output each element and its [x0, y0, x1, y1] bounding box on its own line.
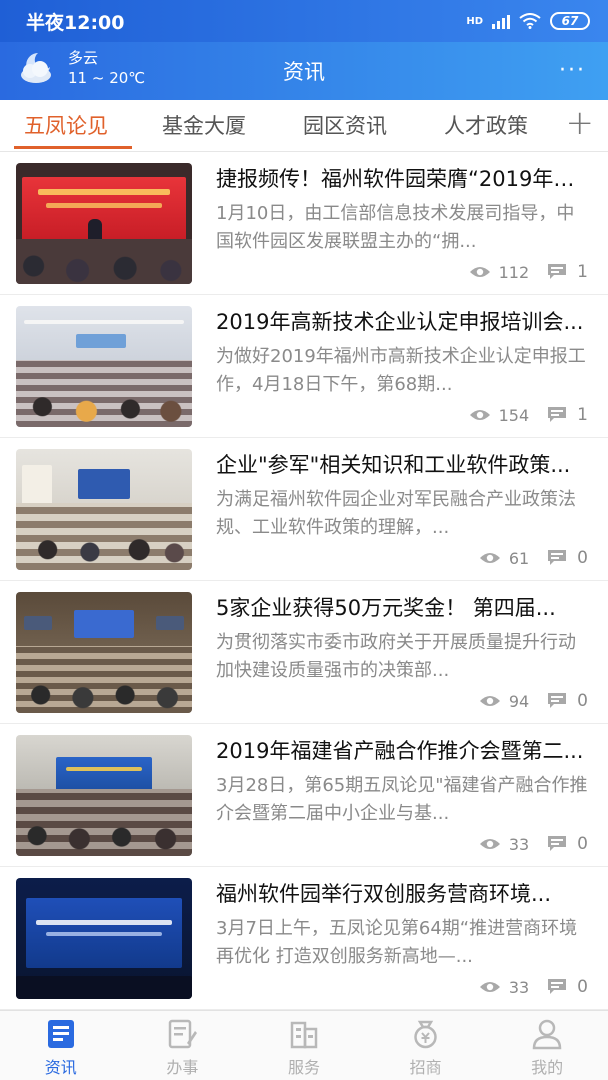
view-count: 154: [498, 405, 530, 425]
eye-icon: [469, 267, 490, 277]
list-item[interactable]: 福州软件园举行双创服务营商环境... 3月7日上午，五凤论见第64期“推进营商环…: [0, 867, 608, 1010]
news-title: 福州软件园举行双创服务营商环境...: [216, 882, 552, 906]
news-summary: 为满足福州软件园企业对军民融合产业政策法规、工业软件政策的理解，...: [216, 489, 576, 538]
news-summary: 为贯彻落实市委市政府关于开展质量提升行动加快建设质量强市的决策部...: [216, 632, 576, 681]
news-title: 2019年福建省产融合作推介会暨第二...: [216, 739, 584, 763]
tab-talent-policy[interactable]: 人才政策: [444, 110, 528, 140]
news-summary: 1月10日，由工信部信息技术发展司指导，中国软件园区发展联盟主办的“拥...: [216, 203, 575, 252]
comment-icon: [548, 264, 567, 279]
view-count: 61: [508, 548, 530, 568]
building-icon: [290, 1021, 318, 1049]
bottom-nav: 资讯 办事 服务 招商 我的: [0, 1010, 608, 1080]
view-count: 33: [508, 834, 530, 854]
nav-label: 服务: [287, 1058, 320, 1077]
system-icons: HD 67: [466, 12, 590, 30]
news-stats: 112 1: [469, 262, 588, 282]
list-item[interactable]: 5家企业获得50万元奖金！ 第四届... 为贯彻落实市委市政府关于开展质量提升行…: [0, 581, 608, 724]
add-tab-button[interactable]: +: [566, 106, 595, 140]
battery-icon: 67: [550, 12, 590, 30]
news-thumbnail: [16, 449, 192, 570]
news-thumbnail: [16, 163, 192, 284]
list-item[interactable]: 企业"参军"相关知识和工业软件政策... 为满足福州软件园企业对军民融合产业政策…: [0, 438, 608, 581]
comment-count: 0: [577, 834, 588, 854]
comment-icon: [548, 693, 567, 708]
comment-count: 0: [577, 977, 588, 997]
news-thumbnail: [16, 306, 192, 427]
comment-count: 0: [577, 548, 588, 568]
comment-icon: [548, 979, 567, 994]
news-title: 2019年高新技术企业认定申报培训会...: [216, 310, 584, 334]
eye-icon: [479, 553, 500, 563]
news-summary: 3月7日上午，五凤论见第64期“推进营商环境再优化 打造双创服务新高地—...: [216, 918, 578, 967]
more-button[interactable]: ···: [559, 58, 586, 83]
news-summary: 为做好2019年福州市高新技术企业认定申报工作，4月18日下午，第68期...: [216, 346, 586, 395]
tab-wufeng-forum[interactable]: 五凤论见: [24, 110, 108, 140]
news-title: 捷报频传！福州软件园荣膺“2019年度...: [216, 167, 588, 191]
tab-park-news[interactable]: 园区资讯: [303, 110, 387, 140]
news-stats: 61 0: [479, 548, 588, 568]
news-icon: [47, 1020, 74, 1048]
news-thumbnail: [16, 592, 192, 713]
comment-count: 1: [577, 262, 588, 282]
eye-icon: [479, 696, 500, 706]
eye-icon: [469, 410, 490, 420]
news-title: 5家企业获得50万元奖金！ 第四届...: [216, 596, 556, 620]
comment-count: 0: [577, 691, 588, 711]
news-stats: 33 0: [479, 834, 588, 854]
comment-icon: [548, 407, 567, 422]
news-summary: 3月28日，第65期五凤论见"福建省产融合作推介会暨第二届中小企业与基...: [216, 775, 588, 824]
edit-doc-icon: [169, 1019, 198, 1049]
list-item[interactable]: 2019年高新技术企业认定申报培训会... 为做好2019年福州市高新技术企业认…: [0, 295, 608, 438]
news-title: 企业"参军"相关知识和工业软件政策...: [216, 453, 571, 477]
eye-icon: [479, 982, 500, 992]
news-thumbnail: [16, 878, 192, 999]
nav-item-news[interactable]: 资讯: [0, 1011, 122, 1080]
money-bag-icon: [413, 1020, 437, 1049]
nav-label: 我的: [531, 1058, 564, 1077]
category-tabs: 五凤论见 基金大厦 园区资讯 人才政策 +: [0, 100, 608, 152]
eye-icon: [479, 839, 500, 849]
app-header: 多云 11 ~ 20℃ 资讯 ···: [0, 42, 608, 100]
view-count: 112: [498, 262, 530, 282]
comment-icon: [548, 550, 567, 565]
nav-item-affairs[interactable]: 办事: [122, 1011, 244, 1080]
status-bar: 半夜12:00 HD 67: [0, 0, 608, 42]
list-item[interactable]: 捷报频传！福州软件园荣膺“2019年度... 1月10日，由工信部信息技术发展司…: [0, 152, 608, 295]
comment-icon: [548, 836, 567, 851]
network-type-label: HD: [466, 15, 483, 27]
nav-item-profile[interactable]: 我的: [486, 1011, 608, 1080]
news-stats: 154 1: [469, 405, 588, 425]
active-tab-indicator: [14, 146, 132, 149]
page-title: 资讯: [283, 60, 325, 84]
nav-item-services[interactable]: 服务: [243, 1011, 365, 1080]
view-count: 33: [508, 977, 530, 997]
signal-icon: [492, 13, 510, 29]
news-stats: 33 0: [479, 977, 588, 997]
wifi-icon: [519, 13, 541, 29]
nav-item-investment[interactable]: 招商: [365, 1011, 487, 1080]
news-list: 捷报频传！福州软件园荣膺“2019年度... 1月10日，由工信部信息技术发展司…: [0, 152, 608, 1010]
view-count: 94: [508, 691, 530, 711]
comment-count: 1: [577, 405, 588, 425]
nav-label: 办事: [166, 1058, 199, 1077]
nav-label: 资讯: [44, 1058, 77, 1077]
status-time: 半夜12:00: [26, 11, 125, 34]
user-icon: [532, 1019, 562, 1050]
tab-fund-building[interactable]: 基金大厦: [162, 110, 246, 140]
nav-label: 招商: [409, 1058, 442, 1077]
news-thumbnail: [16, 735, 192, 856]
list-item[interactable]: 2019年福建省产融合作推介会暨第二... 3月28日，第65期五凤论见"福建省…: [0, 724, 608, 867]
news-stats: 94 0: [479, 691, 588, 711]
